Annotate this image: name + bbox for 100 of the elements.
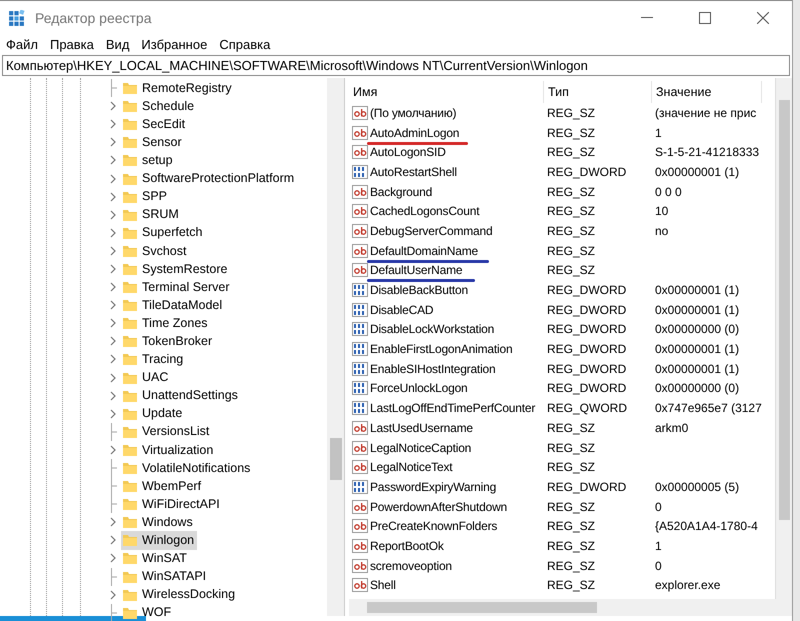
- type-cell: REG_DWORD: [547, 283, 626, 298]
- data-cell-text: 0x747e965e7 (3127: [654, 400, 763, 418]
- value-name[interactable]: scremoveoption: [370, 556, 452, 575]
- address-bar[interactable]: Компьютер\HKEY_LOCAL_MACHINE\SOFTWARE\Microsoft\Windows NT\CurrentVersion\Winlogon: [2, 55, 790, 76]
- tree-item[interactable]: setup: [121, 151, 176, 170]
- data-cell-text: 10: [654, 203, 670, 220]
- tree-item[interactable]: SPP: [121, 187, 170, 206]
- tree-item[interactable]: Sensor: [121, 132, 185, 152]
- tree-item[interactable]: VersionsList: [121, 422, 212, 442]
- tree-item[interactable]: WbemPerf: [121, 476, 204, 496]
- type-cell: REG_DWORD: [547, 322, 626, 336]
- tree-item[interactable]: WinSAT: [121, 549, 190, 568]
- type-cell: REG_SZ: [547, 224, 596, 238]
- data-cell-text: 0 0 0: [654, 184, 683, 201]
- column-header[interactable]: Значение: [652, 81, 762, 103]
- tree-item[interactable]: UAC: [121, 368, 172, 387]
- value-name[interactable]: DebugServerCommand: [370, 222, 492, 240]
- type-cell: REG_DWORD: [547, 164, 626, 179]
- menu-item[interactable]: Правка: [50, 35, 94, 55]
- tree-item[interactable]: WinSATAPI: [121, 567, 210, 586]
- tree-item[interactable]: WOF: [121, 603, 174, 621]
- type-cell: REG_DWORD: [547, 480, 626, 494]
- type-cell: REG_SZ: [547, 204, 596, 218]
- data-cell-text: 0x00000001 (1): [654, 282, 740, 300]
- tree-item[interactable]: Schedule: [121, 96, 198, 116]
- type-cell: REG_SZ: [547, 420, 596, 435]
- tree-item[interactable]: SoftwareProtectionPlatform: [121, 169, 298, 188]
- menu-item[interactable]: Файл: [6, 35, 38, 55]
- type-cell: REG_SZ: [547, 558, 596, 573]
- value-name[interactable]: DisableBackButton: [370, 281, 468, 300]
- value-name[interactable]: AutoAdminLogon: [370, 124, 460, 142]
- column-header[interactable]: Имя: [349, 81, 544, 103]
- data-cell-text: 0x00000001 (1): [654, 164, 740, 181]
- value-name[interactable]: DefaultDomainName: [370, 242, 478, 260]
- menu-item[interactable]: Вид: [106, 35, 130, 55]
- data-cell-text: 0: [654, 558, 663, 575]
- value-name[interactable]: LegalNoticeText: [370, 458, 452, 476]
- value-name[interactable]: DefaultUserName: [370, 261, 462, 280]
- tree-item[interactable]: Winlogon: [121, 531, 198, 550]
- tree-item[interactable]: SecEdit: [121, 114, 188, 134]
- tree-item[interactable]: UnattendSettings: [121, 386, 241, 406]
- type-cell: REG_DWORD: [547, 381, 626, 396]
- menu-item[interactable]: Справка: [219, 35, 270, 55]
- tree-item[interactable]: Windows: [121, 512, 196, 532]
- menu-item[interactable]: Избранное: [141, 35, 208, 55]
- data-cell-text: {A520A1A4-1780-4: [654, 518, 759, 536]
- type-cell: REG_SZ: [547, 500, 596, 514]
- type-cell: REG_DWORD: [547, 302, 626, 317]
- tree-item[interactable]: Update: [121, 404, 186, 424]
- value-name[interactable]: DisableCAD: [370, 300, 434, 319]
- tree-item[interactable]: Virtualization: [121, 440, 216, 460]
- tree-item[interactable]: RemoteRegistry: [121, 78, 235, 98]
- tree-item[interactable]: TileDataModel: [121, 296, 226, 315]
- value-name[interactable]: AutoRestartShell: [370, 162, 457, 181]
- value-name[interactable]: (По умолчанию): [370, 104, 456, 122]
- value-name[interactable]: EnableSIHostIntegration: [370, 360, 496, 378]
- tree-item[interactable]: Superfetch: [121, 223, 206, 242]
- data-cell-text: S-1-5-21-41218333: [654, 144, 760, 162]
- value-name[interactable]: DisableLockWorkstation: [370, 320, 494, 338]
- value-name[interactable]: CachedLogonsCount: [370, 202, 480, 220]
- data-cell-text: 0x00000000 (0): [654, 380, 740, 398]
- type-cell: REG_DWORD: [547, 362, 626, 376]
- tree-item[interactable]: TokenBroker: [121, 332, 216, 351]
- data-cell-text: arkm0: [654, 420, 690, 437]
- data-cell-text: 1: [654, 538, 663, 555]
- value-name[interactable]: LastLogOffEndTimePerfCounter: [370, 399, 536, 418]
- tree-item[interactable]: Terminal Server: [121, 278, 233, 296]
- value-name[interactable]: EnableFirstLogonAnimation: [370, 340, 512, 358]
- value-name[interactable]: LegalNoticeCaption: [370, 438, 472, 457]
- tree-item[interactable]: WiFiDirectAPI: [121, 494, 223, 514]
- data-cell-text: 0x00000001 (1): [654, 360, 740, 378]
- value-name[interactable]: PowerdownAfterShutdown: [370, 498, 508, 516]
- type-cell: REG_SZ: [547, 126, 596, 140]
- value-name[interactable]: LastUsedUsername: [370, 418, 473, 437]
- column-header[interactable]: Тип: [544, 81, 652, 103]
- value-name[interactable]: ForceUnlockLogon: [370, 379, 468, 398]
- value-name[interactable]: Shell: [370, 576, 396, 594]
- data-cell-text: 0: [654, 498, 663, 516]
- data-cell-text: 0x00000001 (1): [654, 302, 740, 319]
- tree-item[interactable]: SRUM: [121, 205, 182, 224]
- type-cell: REG_SZ: [547, 145, 596, 160]
- tree-item[interactable]: WirelessDocking: [121, 585, 238, 604]
- data-cell-text: (значение не прис: [654, 104, 758, 122]
- value-name[interactable]: AutoLogonSID: [370, 143, 446, 162]
- tree-item[interactable]: VolatileNotifications: [121, 458, 254, 478]
- value-name[interactable]: Background: [370, 182, 432, 201]
- tree-item[interactable]: Time Zones: [121, 314, 211, 333]
- data-cell-text: 1: [654, 124, 663, 142]
- window-title: Редактор реестра: [35, 8, 152, 28]
- tree-item[interactable]: Svchost: [121, 242, 190, 260]
- value-name[interactable]: ReportBootOk: [370, 536, 444, 555]
- type-cell: REG_SZ: [547, 244, 596, 258]
- data-cell-text: 0x00000005 (5): [654, 478, 740, 496]
- tree-item[interactable]: Tracing: [121, 350, 186, 369]
- value-name[interactable]: PasswordExpiryWarning: [370, 478, 496, 496]
- type-cell: REG_SZ: [547, 578, 596, 592]
- value-name[interactable]: PreCreateKnownFolders: [370, 517, 498, 536]
- type-cell: REG_QWORD: [547, 401, 628, 416]
- type-cell: REG_SZ: [547, 440, 596, 455]
- tree-item[interactable]: SystemRestore: [121, 260, 230, 278]
